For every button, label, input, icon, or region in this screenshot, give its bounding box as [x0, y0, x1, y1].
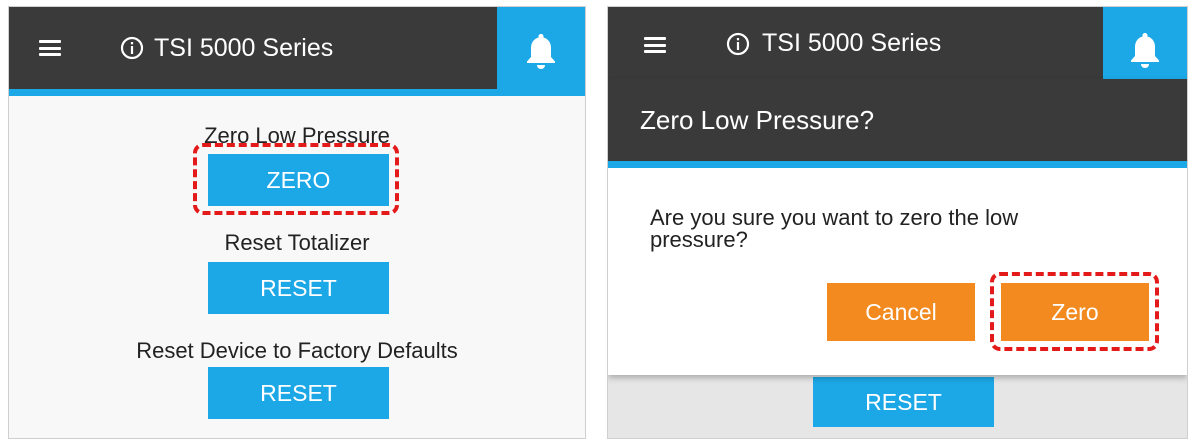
background-reset-button: RESET — [813, 377, 994, 427]
app-title: TSI 5000 Series — [154, 34, 334, 62]
accent-stripe — [9, 89, 585, 96]
info-icon[interactable] — [120, 36, 144, 60]
top-app-bar: TSI 5000 Series — [9, 7, 585, 96]
zero-confirm-button[interactable]: Zero — [1001, 283, 1149, 341]
zero-low-pressure-label: Zero Low Pressure — [204, 123, 390, 148]
app-title: TSI 5000 Series — [762, 29, 942, 57]
confirm-dialog: Zero Low Pressure? Are you sure you want… — [608, 79, 1187, 375]
bell-icon — [527, 34, 555, 69]
settings-screen: TSI 5000 Series Zero Low Pressure ZERO R… — [8, 6, 586, 439]
notifications-button[interactable] — [497, 7, 585, 96]
dialog-header: Zero Low Pressure? — [608, 79, 1187, 161]
info-icon[interactable] — [726, 32, 750, 56]
top-app-bar: TSI 5000 Series — [608, 7, 1187, 79]
cancel-button[interactable]: Cancel — [827, 283, 975, 341]
zero-button[interactable]: ZERO — [208, 154, 389, 206]
dialog-message: Are you sure you want to zero the low pr… — [650, 205, 1019, 252]
accent-stripe — [608, 161, 1187, 168]
hamburger-menu-icon[interactable] — [39, 40, 61, 56]
reset-factory-defaults-button[interactable]: RESET — [208, 367, 389, 419]
confirm-dialog-screen: TSI 5000 Series RESET Zero Low Pressure?… — [607, 6, 1188, 439]
notifications-button[interactable] — [1103, 7, 1187, 79]
bell-icon — [1131, 33, 1159, 68]
reset-totalizer-label: Reset Totalizer — [224, 230, 370, 255]
reset-totalizer-button[interactable]: RESET — [208, 262, 389, 314]
dialog-title: Zero Low Pressure? — [640, 105, 875, 135]
reset-factory-defaults-label: Reset Device to Factory Defaults — [136, 338, 458, 363]
settings-list: Zero Low Pressure ZERO Reset Totalizer R… — [9, 96, 585, 438]
hamburger-menu-icon[interactable] — [644, 37, 666, 53]
